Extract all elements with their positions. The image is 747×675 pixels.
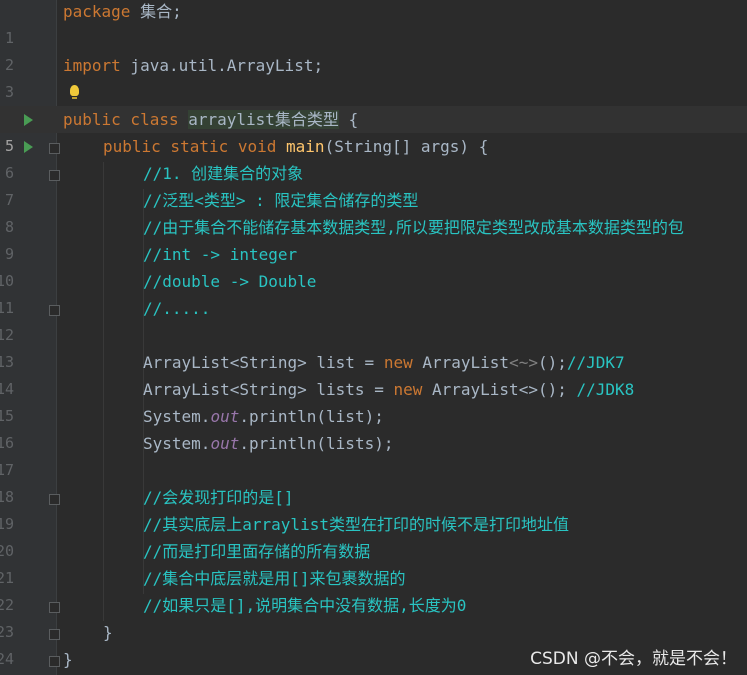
fold-marker-icon[interactable] — [49, 656, 60, 667]
fold-marker-icon[interactable] — [49, 602, 60, 613]
static-field: out — [210, 434, 240, 453]
keyword: new — [393, 380, 423, 399]
method-call: .println(lists); — [239, 434, 394, 453]
comment: //其实底层上arraylist类型在打印的时候不是打印地址值 — [143, 515, 569, 534]
fold-marker-icon[interactable] — [49, 170, 60, 181]
class-name: arraylist集合类型 — [188, 110, 339, 129]
package-name: 集合; — [130, 2, 182, 21]
code-line-23[interactable]: 23 //如果只是[],说明集合中没有数据,长度为0 — [0, 592, 747, 641]
code-editor[interactable]: 1 package 集合; 2 3 import java.util.Array… — [0, 0, 747, 675]
constructor: ArrayList<>(); — [422, 380, 577, 399]
code-line-8[interactable]: 8 //泛型<类型> : 限定集合储存的类型 — [0, 187, 747, 236]
code-line-7[interactable]: 7 //1. 创建集合的对象 — [0, 160, 747, 209]
method-name: main — [286, 137, 325, 156]
constructor: ArrayList — [412, 353, 510, 372]
code-line-1[interactable]: 1 package 集合; — [0, 0, 747, 47]
comment: //..... — [143, 299, 211, 318]
call-parens: (); — [537, 353, 567, 372]
keyword: public static void — [103, 137, 277, 156]
watermark: CSDN @不会，就是不会！ — [530, 649, 737, 669]
comment: //double -> Double — [143, 272, 317, 291]
class-ref: System. — [143, 434, 211, 453]
diamond-hint: <~> — [509, 353, 538, 372]
declaration: ArrayList<String> lists = — [143, 380, 394, 399]
keyword: new — [383, 353, 413, 372]
run-gutter-icon[interactable] — [24, 141, 33, 153]
code-line-9[interactable]: 9 //由于集合不能储存基本数据类型,所以要把限定类型改成基本数据类型的包 — [0, 214, 747, 263]
closing-brace: } — [103, 623, 113, 642]
code-line-20[interactable]: 20 //其实底层上arraylist类型在打印的时候不是打印地址值 — [0, 511, 747, 560]
run-gutter-icon[interactable] — [24, 114, 33, 126]
comment: //JDK7 — [566, 353, 625, 372]
code-line-12[interactable]: 12 //..... — [0, 295, 747, 344]
comment: //由于集合不能储存基本数据类型,所以要把限定类型改成基本数据类型的包 — [143, 218, 684, 237]
code-line-13[interactable]: 13 — [0, 322, 747, 371]
keyword: public class — [63, 110, 179, 129]
fold-marker-icon[interactable] — [49, 629, 60, 640]
fold-marker-icon[interactable] — [49, 143, 60, 154]
comment: //1. 创建集合的对象 — [143, 164, 304, 183]
code-line-15[interactable]: 15 ArrayList<String> lists = new ArrayLi… — [0, 376, 747, 425]
comment: //集合中底层就是用[]来包裹数据的 — [143, 569, 406, 588]
static-field: out — [210, 407, 240, 426]
import-path: java.util.ArrayList; — [120, 56, 324, 75]
comment: //int -> integer — [143, 245, 298, 264]
comment: //而是打印里面存储的所有数据 — [143, 542, 371, 561]
code-line-21[interactable]: 21 //而是打印里面存储的所有数据 — [0, 538, 747, 587]
code-line-16[interactable]: 16 System.out.println(list); — [0, 403, 747, 452]
lightbulb-icon[interactable] — [70, 85, 79, 99]
comment: //泛型<类型> : 限定集合储存的类型 — [143, 191, 419, 210]
method-params: (String[] args) { — [324, 137, 489, 156]
code-line-11[interactable]: 11 //double -> Double — [0, 268, 747, 317]
code-line-18[interactable]: 18 — [0, 457, 747, 506]
brace: { — [338, 110, 359, 129]
code-line-4[interactable]: 4 — [0, 79, 747, 128]
class-ref: System. — [143, 407, 211, 426]
fold-marker-icon[interactable] — [49, 305, 60, 316]
code-line-10[interactable]: 10 //int -> integer — [0, 241, 747, 290]
code-line-6[interactable]: 6 public static void main(String[] args)… — [0, 133, 747, 182]
fold-marker-icon[interactable] — [49, 494, 60, 505]
method-call: .println(list); — [239, 407, 384, 426]
code-line-3[interactable]: 3 import java.util.ArrayList; — [0, 52, 747, 101]
comment: //如果只是[],说明集合中没有数据,长度为0 — [143, 596, 467, 615]
closing-brace: } — [63, 650, 73, 669]
code-line-19[interactable]: 19 //会发现打印的是[] — [0, 484, 747, 533]
keyword: import — [63, 56, 121, 75]
code-line-22[interactable]: 22 //集合中底层就是用[]来包裹数据的 — [0, 565, 747, 614]
comment: //JDK8 — [576, 380, 635, 399]
comment: //会发现打印的是[] — [143, 488, 294, 507]
code-line-17[interactable]: 17 System.out.println(lists); — [0, 430, 747, 479]
declaration: ArrayList<String> list = — [143, 353, 384, 372]
code-line-14[interactable]: 14 ArrayList<String> list = new ArrayLis… — [0, 349, 747, 398]
keyword: package — [63, 2, 131, 21]
code-line-2[interactable]: 2 — [0, 25, 747, 74]
code-line-24[interactable]: 24 } — [0, 619, 747, 668]
code-line-5[interactable]: 5 public class arraylist集合类型 { — [0, 106, 747, 155]
